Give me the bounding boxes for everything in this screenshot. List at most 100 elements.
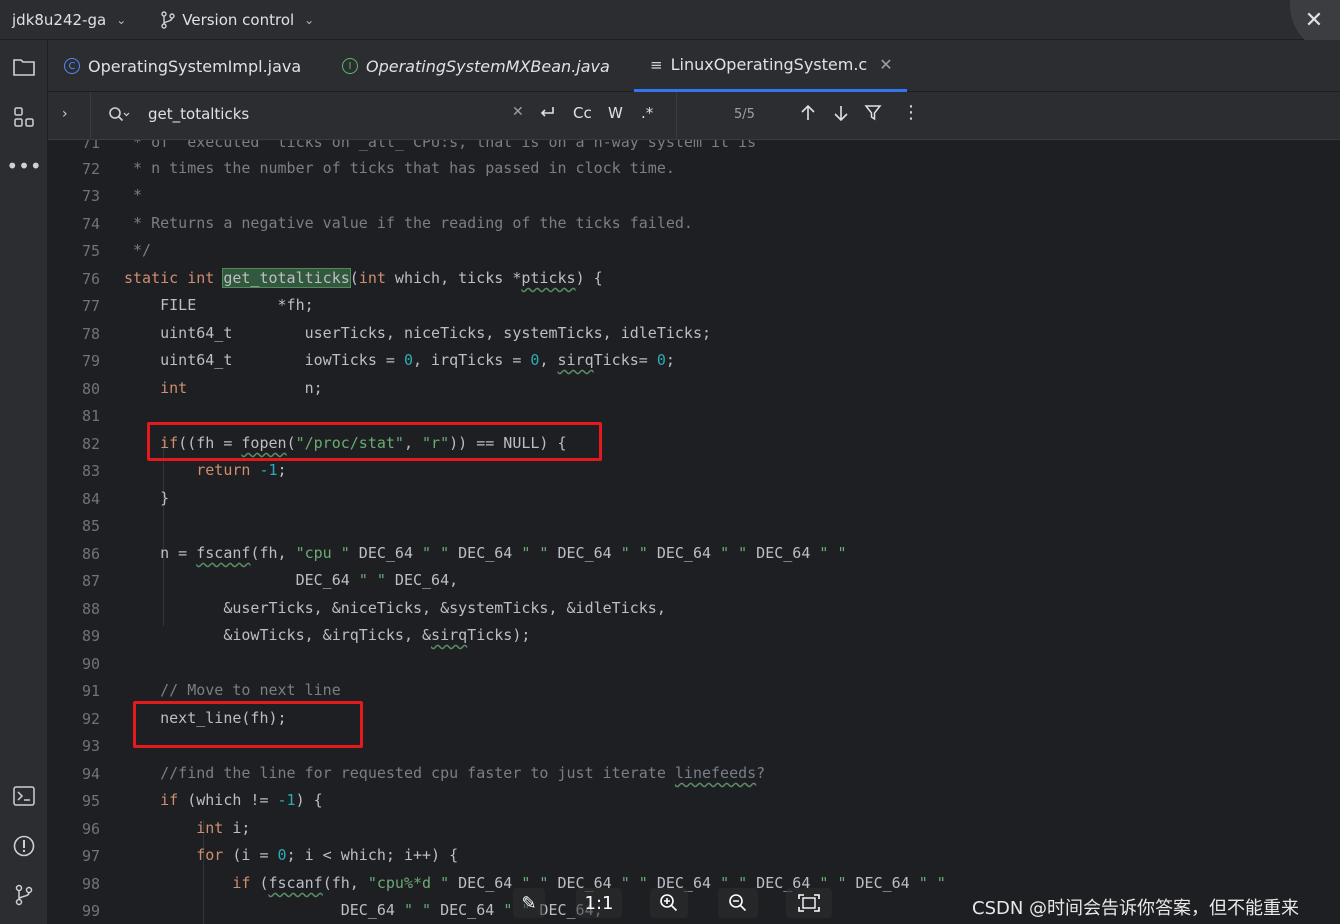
zoom-in-icon [660, 894, 678, 912]
branch-icon [161, 10, 175, 29]
line-number: 86 [81, 545, 100, 563]
fit-window-button[interactable] [786, 888, 832, 918]
version-control-selector[interactable]: Version control ⌄ [160, 11, 314, 29]
line-number: 96 [81, 820, 100, 838]
code-line: int i; [196, 819, 251, 837]
expand-replace-icon[interactable]: › [62, 106, 68, 122]
code-line: int n; [160, 379, 323, 397]
divider [90, 92, 91, 140]
more-options-icon[interactable]: ⋮ [902, 102, 920, 123]
line-number: 82 [81, 435, 100, 453]
line-number: 94 [81, 765, 100, 783]
close-window-button[interactable]: ✕ [1288, 0, 1340, 40]
line-number: 90 [81, 655, 100, 673]
close-tab-icon[interactable]: ✕ [879, 55, 892, 74]
clear-search-icon[interactable]: ✕ [512, 104, 524, 120]
line-number: 78 [81, 325, 100, 343]
line-number: 71 [81, 140, 100, 152]
problems-icon[interactable] [11, 833, 37, 859]
code-line: FILE *fh; [124, 296, 314, 314]
divider [676, 92, 677, 140]
line-number: 91 [81, 682, 100, 700]
search-history-icon[interactable] [108, 106, 130, 126]
tab-operatingsystemmxbean[interactable]: I OperatingSystemMXBean.java [342, 40, 610, 92]
code-line: &iowTicks, &irqTicks, &sirqTicks); [124, 626, 531, 644]
actual-size-button[interactable]: 1:1 [576, 888, 622, 918]
line-number: 75 [81, 242, 100, 260]
line-number: 79 [81, 352, 100, 370]
search-input[interactable]: get_totalticks [148, 105, 249, 123]
find-bar: › get_totalticks ✕ Cc W .* 5/5 ⋮ [48, 92, 1340, 140]
filter-icon[interactable] [864, 104, 882, 126]
code-editor[interactable]: 71 72 73 74 75 76 77 78 79 80 81 82 83 84 85 86 87 88 89 90… [48, 140, 1340, 924]
line-number: 76 [81, 270, 100, 288]
line-number: 83 [81, 462, 100, 480]
terminal-icon[interactable] [11, 783, 37, 809]
code-line: if (which != -1) { [160, 791, 323, 809]
line-number: 85 [81, 517, 100, 535]
chevron-down-icon: ⌄ [116, 12, 127, 27]
code-line: } [124, 489, 170, 507]
watermark: CSDN @时间会告诉你答案，但不能重来 [972, 898, 1300, 919]
tab-label: LinuxOperatingSystem.c [670, 55, 868, 74]
code-line: //find the line for requested cpu faster… [160, 764, 766, 782]
left-tool-strip: ••• [0, 40, 48, 924]
line-number: 84 [81, 490, 100, 508]
line-number: 74 [81, 215, 100, 233]
code-line: n = fscanf(fh, "cpu " DEC_64 " " DEC_64 … [124, 544, 847, 562]
highlight-box-fopen [147, 422, 602, 461]
previous-occurrence-icon[interactable] [800, 104, 816, 126]
more-tools-icon[interactable]: ••• [6, 153, 41, 179]
line-number: 87 [81, 572, 100, 590]
line-number: 97 [81, 847, 100, 865]
new-line-icon[interactable] [538, 104, 556, 126]
line-number: 80 [81, 380, 100, 398]
code-area[interactable]: * of "executed" ticks on _all_ CPU:s, th… [124, 140, 1324, 924]
code-line: */ [124, 241, 152, 259]
chevron-down-icon: ⌄ [304, 12, 315, 27]
line-number: 72 [81, 160, 100, 178]
whole-words-button[interactable]: W [608, 104, 623, 122]
next-occurrence-icon[interactable] [833, 104, 849, 126]
code-line: return -1; [196, 461, 287, 479]
code-line: static int get_totalticks(int which, tic… [124, 268, 603, 288]
title-bar: jdk8u242-ga ⌄ Version control ⌄ ✕ [0, 0, 1340, 50]
structure-icon[interactable] [11, 104, 37, 130]
project-folder-icon[interactable] [11, 54, 37, 80]
project-name: jdk8u242-ga [12, 10, 107, 29]
editor-tabs: C OperatingSystemImpl.java I OperatingSy… [48, 40, 1340, 92]
highlight-box-next-line [133, 701, 363, 748]
code-line: // Move to next line [160, 681, 341, 699]
text-file-icon: ≡ [650, 55, 663, 74]
line-number: 95 [81, 792, 100, 810]
match-count: 5/5 [734, 107, 755, 122]
regex-button[interactable]: .* [641, 104, 653, 122]
tab-operatingsystemimpl[interactable]: C OperatingSystemImpl.java [64, 40, 301, 92]
interface-icon: I [342, 58, 358, 74]
code-line: * of "executed" ticks on _all_ CPU:s, th… [124, 140, 757, 151]
line-number: 73 [81, 187, 100, 205]
code-line: DEC_64 " " DEC_64, [124, 571, 459, 589]
code-line: * Returns a negative value if the readin… [124, 214, 693, 232]
line-number-gutter: 71 72 73 74 75 76 77 78 79 80 81 82 83 84 85 86 87 88 89 90… [48, 140, 114, 924]
code-line: * [124, 186, 143, 204]
line-number: 99 [81, 902, 100, 920]
close-icon: ✕ [1304, 7, 1324, 33]
tab-linuxoperatingsystem[interactable]: ≡ LinuxOperatingSystem.c ✕ [634, 40, 907, 92]
git-icon[interactable] [11, 882, 37, 908]
line-number: 89 [81, 627, 100, 645]
zoom-out-button[interactable] [718, 888, 758, 918]
zoom-in-button[interactable] [650, 888, 688, 918]
tab-label: OperatingSystemImpl.java [88, 56, 302, 76]
line-number: 88 [81, 600, 100, 618]
code-line: uint64_t iowTicks = 0, irqTicks = 0, sir… [124, 351, 675, 369]
line-number: 81 [81, 407, 100, 425]
match-case-button[interactable]: Cc [573, 104, 592, 122]
version-control-label: Version control [182, 10, 295, 29]
zoom-out-icon [729, 894, 747, 912]
code-line: &userTicks, &niceTicks, &systemTicks, &i… [124, 599, 666, 617]
edit-image-button[interactable]: ✎ [513, 888, 545, 918]
line-number: 93 [81, 737, 100, 755]
project-selector[interactable]: jdk8u242-ga ⌄ [12, 11, 126, 29]
line-number: 92 [81, 710, 100, 728]
